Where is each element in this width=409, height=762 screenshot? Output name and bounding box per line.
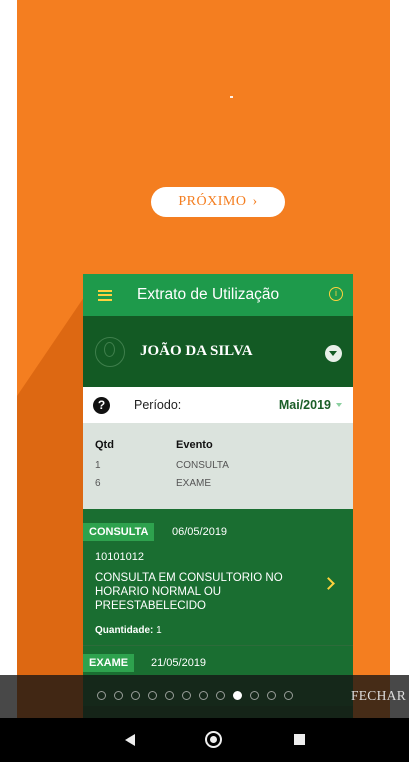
event-date: 21/05/2019 [151,657,207,669]
page-dot [233,691,242,700]
system-nav-bar [0,718,409,762]
page-dot [284,691,293,700]
question-circle-icon[interactable]: ? [93,396,110,414]
page-dot [267,691,276,700]
info-icon[interactable]: i [329,287,343,301]
tutorial-overlay: PRÓXIMO › Extrato de Utilização i JOÃO D… [17,0,390,718]
period-value[interactable]: Mai/2019 [279,398,331,412]
app-header: Extrato de Utilização i [83,274,353,316]
user-name: JOÃO DA SILVA [140,343,253,359]
summary-table: Qtd Evento 1 CONSULTA 6 EXAME [83,423,353,509]
caret-down-icon[interactable] [336,403,342,407]
event-quantity-value: 1 [156,625,162,636]
table-cell-evento: EXAME [176,478,212,489]
recent-apps-square-icon[interactable] [294,734,305,745]
table-cell-qtd: 6 [95,478,101,489]
hamburger-menu-icon[interactable] [98,289,112,301]
chevron-right-icon: › [252,194,258,209]
next-button[interactable]: PRÓXIMO › [151,187,285,217]
event-quantity-label: Quantidade: [95,625,154,636]
page-indicator [97,691,293,701]
column-header-qtd: Qtd [95,439,114,451]
chevron-down-circle-icon[interactable] [325,345,342,362]
event-description: CONSULTA EM CONSULTORIO NO HORARIO NORMA… [95,572,283,612]
page-dot [165,691,174,700]
table-cell-evento: CONSULTA [176,460,229,471]
period-selector[interactable]: ? Período: Mai/2019 [83,387,353,423]
table-cell-qtd: 1 [95,460,101,471]
event-type-badge: EXAME [83,654,135,672]
event-date: 06/05/2019 [172,526,228,538]
page-dot [131,691,140,700]
page-dot [114,691,123,700]
chevron-right-icon[interactable] [322,577,335,590]
close-button[interactable]: FECHAR [351,688,406,704]
home-circle-icon[interactable] [205,731,222,748]
event-quantity: Quantidade: 1 [95,625,162,636]
period-label: Período: [134,398,182,412]
page-dot [216,691,225,700]
app-preview-card: Extrato de Utilização i JOÃO DA SILVA ? … [83,274,353,718]
next-button-label: PRÓXIMO [178,194,247,209]
back-triangle-icon[interactable] [125,734,135,746]
app-title: Extrato de Utilização [137,286,280,303]
page-dot [148,691,157,700]
page-dot [199,691,208,700]
decorative-dot [230,96,233,98]
event-type-badge: CONSULTA [83,523,155,541]
tutorial-controls: FECHAR [0,675,409,718]
column-header-evento: Evento [176,439,213,451]
event-item[interactable]: CONSULTA 06/05/2019 10101012 CONSULTA EM… [83,509,353,645]
page-dot [97,691,106,700]
page-dot [182,691,191,700]
user-avatar-icon [95,336,125,367]
event-code: 10101012 [95,551,144,563]
user-section[interactable]: JOÃO DA SILVA [83,316,353,387]
page-dot [250,691,259,700]
